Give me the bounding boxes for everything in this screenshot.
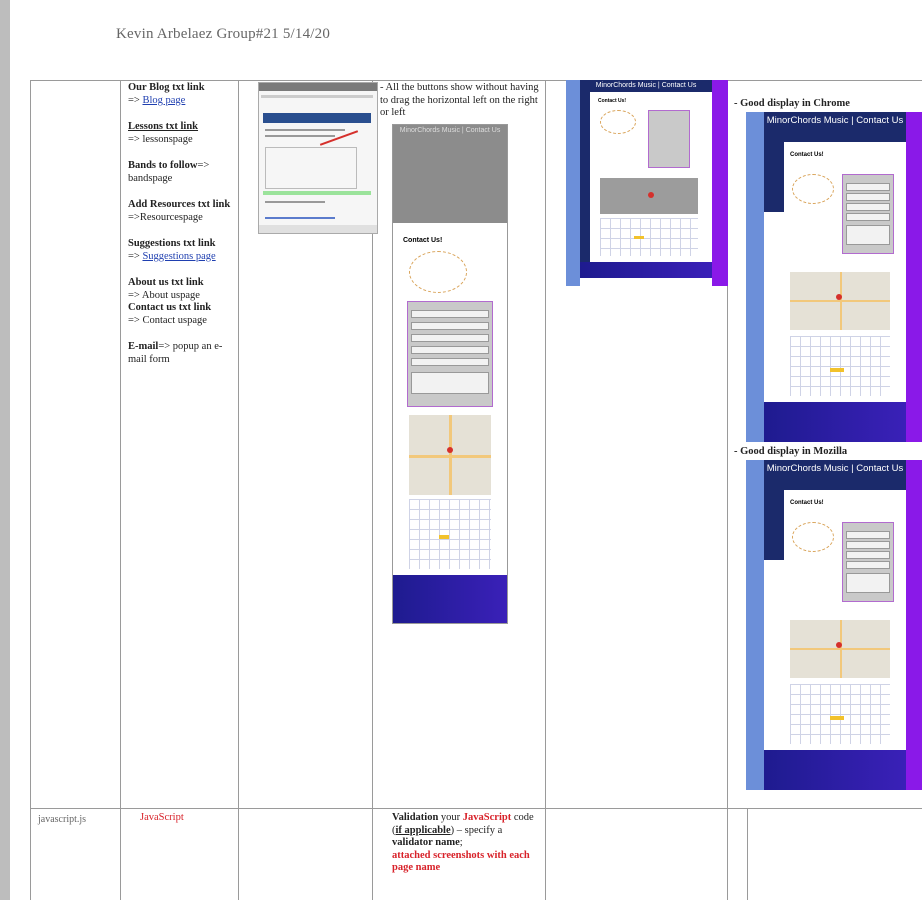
table-col-line [545, 80, 546, 900]
table-col-line [120, 80, 121, 900]
mobile-contact-title: Contact Us! [403, 237, 443, 244]
mobile-banner-text: MinorChords Music | Contact Us [399, 127, 501, 134]
blog-page-link[interactable]: Blog page [142, 95, 185, 106]
table-col-line [747, 808, 748, 900]
mobile-calendar [409, 499, 491, 569]
table-col-line [238, 80, 239, 900]
links-list: Our Blog txt link => Blog page Lessons tx… [128, 82, 236, 366]
mobile-map [409, 415, 491, 495]
chrome-label: - Good display in Chrome [734, 98, 850, 109]
document-header: Kevin Arbelaez Group#21 5/14/20 [116, 26, 331, 42]
requirements-table: Our Blog txt link => Blog page Lessons tx… [30, 80, 922, 900]
attached-screenshots-note: attached screenshots with each page name [392, 849, 530, 874]
mozilla-contact-title: Contact Us! [790, 500, 824, 506]
suggestions-page-link[interactable]: Suggestions page [142, 251, 215, 262]
suggestions-entry: Suggestions txt link => Suggestions page [128, 238, 216, 262]
language-label: JavaScript [140, 812, 184, 823]
about-entry: About us txt link => About uspage [128, 277, 204, 301]
bands-entry: Bands to follow=> bandspage [128, 160, 210, 184]
add-resources-entry: Add Resources txt link =>Resourcespage [128, 199, 231, 223]
mobile-footer [393, 575, 507, 623]
mobile-contact-form [407, 301, 493, 407]
lessons-entry: Lessons txt link => lessonspage [128, 121, 199, 145]
table-row-divider [30, 808, 922, 809]
desktop-contact-title: Contact Us! [598, 98, 627, 104]
js-file-name: javascript.js [38, 814, 87, 825]
contact-entry: Contact us txt link => Contact uspage [128, 302, 212, 326]
email-entry: E-mail=> popup an e-mail form [128, 341, 223, 365]
validator-screenshot [258, 82, 378, 234]
desktop-banner: MinorChords Music | Contact Us [580, 80, 712, 92]
layout-note: - All the buttons show without having to… [380, 82, 539, 118]
mozilla-banner: MinorChords Music | Contact Us [764, 460, 906, 490]
mobile-screenshot: MinorChords Music | Contact Us Contact U… [392, 124, 508, 624]
chrome-screenshot: MinorChords Music | Contact Us Contact U… [746, 112, 922, 442]
chrome-contact-title: Contact Us! [790, 152, 824, 158]
chrome-banner: MinorChords Music | Contact Us [764, 112, 906, 142]
document-page: Kevin Arbelaez Group#21 5/14/20 Our Blog… [10, 0, 922, 900]
blog-entry: Our Blog txt link => Blog page [128, 82, 205, 106]
table-border-top [30, 80, 922, 81]
mozilla-screenshot: MinorChords Music | Contact Us Contact U… [746, 460, 922, 790]
mozilla-label: - Good display in Mozilla [734, 446, 848, 457]
table-col-line [30, 80, 31, 900]
validation-instructions: Validation your JavaScript code (if appl… [392, 812, 534, 874]
desktop-screenshot: MinorChords Music | Contact Us Contact U… [566, 80, 728, 286]
